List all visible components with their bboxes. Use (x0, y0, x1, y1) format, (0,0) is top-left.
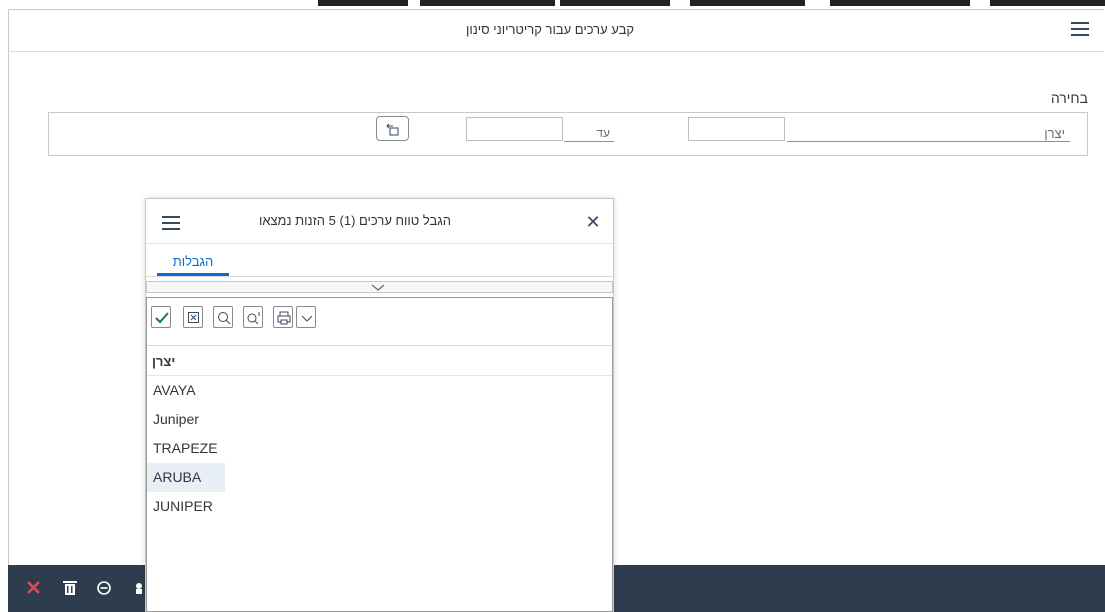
search-button[interactable] (213, 306, 233, 328)
cancel-button[interactable] (183, 306, 203, 328)
selection-group (48, 112, 1088, 156)
delete-x-icon[interactable] (24, 577, 44, 599)
divider (146, 276, 613, 277)
more-options-button[interactable] (296, 306, 316, 328)
field-underline (787, 141, 1070, 142)
minus-circle-icon[interactable] (94, 577, 114, 599)
trash-icon[interactable] (60, 577, 80, 599)
list-item-selected[interactable]: ARUBA (147, 463, 225, 492)
section-label: בחירה (1050, 90, 1088, 106)
chevron-down-icon (371, 284, 385, 291)
hamburger-icon[interactable] (162, 216, 180, 230)
search-more-button[interactable] (243, 306, 263, 328)
checkmark-icon (155, 312, 169, 324)
multiple-selection-button[interactable] (376, 116, 409, 141)
to-underline (564, 141, 614, 142)
print-button[interactable] (273, 306, 293, 328)
column-header-producer[interactable]: יצרן (152, 354, 232, 369)
list-item[interactable]: JUNIPER (147, 492, 225, 521)
to-label: עד (596, 126, 610, 140)
popup-title: הגבל טווח ערכים (1) 5 הזנות נמצאו (258, 213, 452, 228)
confirm-button[interactable] (151, 306, 171, 328)
partial-icon[interactable] (132, 577, 142, 599)
search-more-icon (247, 312, 260, 325)
list-item[interactable]: Juniper (147, 405, 225, 434)
close-icon[interactable]: ✕ (584, 213, 602, 231)
print-icon (277, 311, 291, 325)
producer-to-input[interactable] (466, 117, 563, 141)
divider (146, 243, 613, 244)
producer-from-input[interactable] (688, 117, 785, 141)
list-item[interactable]: AVAYA (147, 376, 225, 405)
producer-field-label: יצרן (1044, 126, 1065, 141)
collapse-header-button[interactable] (146, 281, 613, 293)
list-item[interactable]: TRAPEZE (147, 434, 225, 463)
background-page-strip (0, 0, 1105, 8)
search-icon (218, 312, 231, 325)
cancel-box-icon (188, 312, 199, 323)
divider (147, 345, 612, 346)
dialog-title: קבע ערכים עבור קריטריוני סינון (465, 22, 635, 37)
hamburger-icon[interactable] (1071, 22, 1089, 36)
chevron-down-icon (301, 315, 313, 322)
multiple-selection-icon (386, 123, 399, 136)
tab-restrictions[interactable]: הגבלות (157, 254, 229, 269)
